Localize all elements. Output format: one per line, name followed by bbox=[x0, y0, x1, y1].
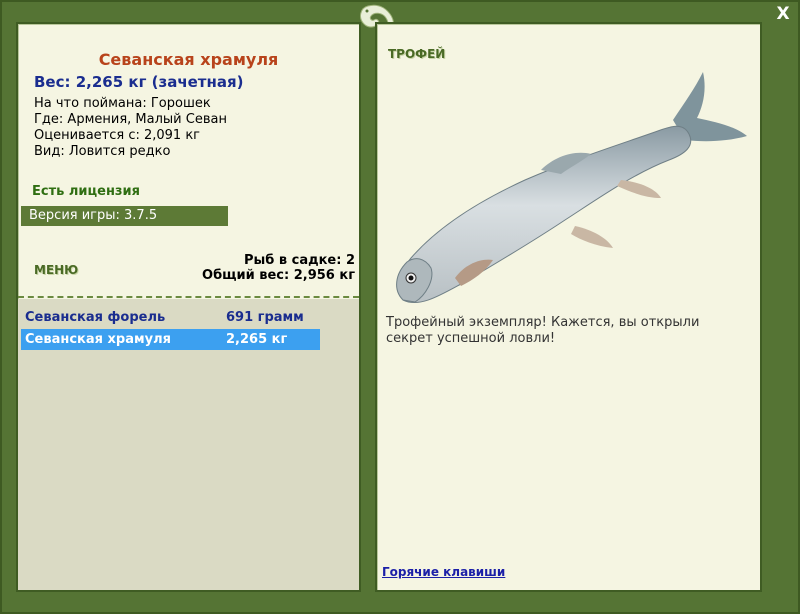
catch-weight: 2,265 кг bbox=[226, 332, 288, 347]
catch-name: Севанская храмуля bbox=[25, 332, 171, 347]
catch-weight: 691 грамм bbox=[226, 310, 304, 325]
keep-total-weight: Общий вес: 2,956 кг bbox=[202, 268, 355, 283]
trophy-panel: ТРОФЕЙ Трофейный экземпляр! Кажется, вы … bbox=[375, 22, 762, 592]
location-info: Где: Армения, Малый Севан bbox=[34, 112, 227, 127]
catch-list-item[interactable]: Севанская форель 691 грамм bbox=[21, 307, 320, 328]
catch-list: Севанская форель 691 грамм Севанская хра… bbox=[18, 299, 359, 590]
license-status: Есть лицензия bbox=[32, 184, 140, 199]
close-button[interactable]: X bbox=[774, 5, 792, 23]
divider bbox=[18, 296, 359, 298]
catch-list-item-selected[interactable]: Севанская храмуля 2,265 кг bbox=[21, 329, 320, 350]
bait-info: На что поймана: Горошек bbox=[34, 96, 211, 111]
fish-name: Севанская храмуля bbox=[98, 50, 279, 69]
trophy-message: Трофейный экземпляр! Кажется, вы открыли… bbox=[386, 315, 700, 346]
fish-image bbox=[396, 72, 747, 304]
keep-count: Рыб в садке: 2 bbox=[243, 253, 355, 268]
catch-name: Севанская форель bbox=[25, 310, 166, 325]
game-version: Версия игры: 3.7.5 bbox=[21, 206, 228, 226]
fish-weight: Вес: 2,265 кг (зачетная) bbox=[34, 73, 244, 91]
keep-stats: Рыб в садке: 2 Общий вес: 2,956 кг bbox=[202, 253, 355, 283]
rarity-info: Вид: Ловится редко bbox=[34, 144, 171, 159]
valuation-info: Оценивается с: 2,091 кг bbox=[34, 128, 201, 143]
hotkeys-link[interactable]: Горячие клавиши bbox=[382, 565, 505, 579]
menu-button[interactable]: МЕНЮ bbox=[34, 263, 78, 277]
fish-info-panel: Севанская храмуля Вес: 2,265 кг (зачетна… bbox=[16, 22, 361, 592]
